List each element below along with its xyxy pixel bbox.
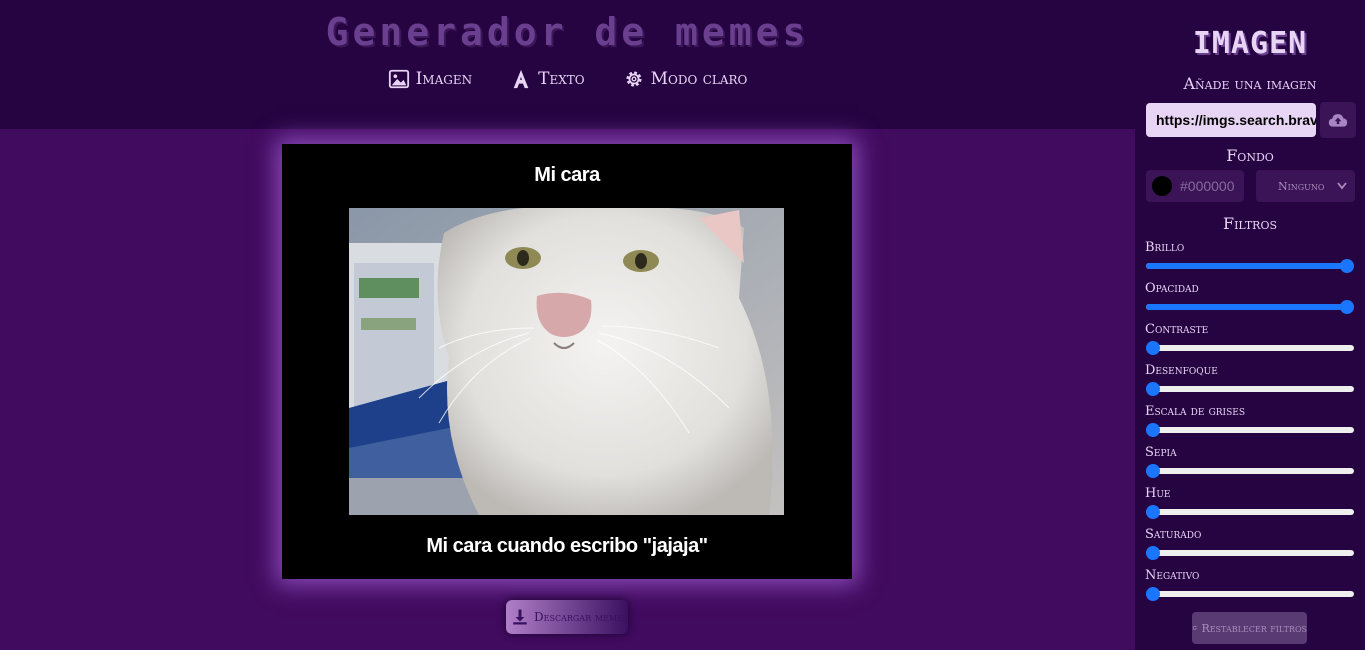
- cat-image: [349, 208, 784, 515]
- filter-slider[interactable]: [1146, 546, 1354, 560]
- image-url-input[interactable]: https://imgs.search.brave: [1146, 103, 1316, 137]
- slider-thumb[interactable]: [1146, 464, 1160, 478]
- reset-filters-button[interactable]: Restablecer filtros: [1192, 612, 1307, 644]
- filter-label: Brillo: [1145, 240, 1185, 255]
- background-label: Fondo: [1226, 146, 1274, 165]
- filter-slider[interactable]: [1146, 341, 1354, 355]
- meme-image: [349, 208, 784, 515]
- download-icon: [513, 609, 527, 625]
- nav-item-modo-claro[interactable]: Modo claro: [623, 68, 748, 90]
- filter-slider[interactable]: [1146, 587, 1354, 601]
- text-icon: [513, 69, 529, 89]
- filter-slider[interactable]: [1146, 300, 1354, 314]
- nav-item-label: Texto: [538, 69, 585, 89]
- slider-track: [1146, 468, 1354, 474]
- slider-thumb[interactable]: [1146, 587, 1160, 601]
- slider-fill: [1146, 304, 1354, 310]
- slider-thumb[interactable]: [1146, 341, 1160, 355]
- slider-fill: [1146, 263, 1354, 269]
- download-button[interactable]: Descargar meme: [506, 600, 628, 634]
- background-color-picker[interactable]: #000000: [1146, 170, 1244, 202]
- slider-track: [1146, 550, 1354, 556]
- chevron-down-icon: [1337, 182, 1347, 190]
- filter-label: Contraste: [1145, 322, 1209, 337]
- gear-icon: [626, 71, 642, 87]
- cloud-upload-icon: [1328, 114, 1348, 127]
- slider-thumb[interactable]: [1146, 546, 1160, 560]
- nav-item-imagen[interactable]: Imagen: [388, 68, 473, 90]
- filter-slider[interactable]: [1146, 505, 1354, 519]
- slider-track: [1146, 386, 1354, 392]
- filter-slider[interactable]: [1146, 382, 1354, 396]
- filter-slider[interactable]: [1146, 259, 1354, 273]
- slider-track: [1146, 345, 1354, 351]
- filter-label: Hue: [1145, 486, 1171, 501]
- reset-label: Restablecer filtros: [1201, 621, 1307, 635]
- download-label: Descargar meme: [534, 610, 623, 624]
- blend-mode-select[interactable]: Ninguno: [1256, 170, 1355, 202]
- nav-item-texto[interactable]: Texto: [510, 68, 585, 90]
- nav-item-label: Modo claro: [650, 69, 748, 89]
- nav-item-label: Imagen: [415, 69, 473, 89]
- panel-title: IMAGEN: [1192, 26, 1308, 61]
- app-title: Generador de memes: [325, 10, 810, 54]
- image-icon: [388, 69, 409, 89]
- filter-label: Sepia: [1145, 445, 1177, 460]
- meme-bottom-text: Mi cara cuando escribo "jajaja": [426, 535, 708, 557]
- image-panel: IMAGEN Añade una imagen https://imgs.sea…: [1135, 0, 1365, 650]
- filter-label: Opacidad: [1145, 281, 1199, 296]
- slider-track: [1146, 591, 1354, 597]
- filter-label: Negativo: [1145, 568, 1200, 583]
- slider-thumb[interactable]: [1340, 300, 1354, 314]
- filters-label: Filtros: [1222, 214, 1278, 233]
- blend-mode-value: Ninguno: [1278, 179, 1325, 193]
- color-swatch: [1152, 176, 1172, 196]
- header: Generador de memes Imagen Texto Modo cla…: [0, 0, 1135, 129]
- filter-label: Saturado: [1145, 527, 1202, 542]
- color-hex-value: #000000: [1180, 178, 1235, 194]
- slider-thumb[interactable]: [1146, 423, 1160, 437]
- filter-slider[interactable]: [1146, 464, 1354, 478]
- slider-thumb[interactable]: [1146, 505, 1160, 519]
- slider-track: [1146, 509, 1354, 515]
- slider-track: [1146, 427, 1354, 433]
- main-nav: Imagen Texto Modo claro: [0, 68, 1135, 90]
- slider-thumb[interactable]: [1146, 382, 1160, 396]
- filter-label: Desenfoque: [1145, 363, 1218, 378]
- upload-button[interactable]: [1320, 102, 1356, 138]
- meme-canvas: Mi cara Mi cara cuando escribo "jajaja": [282, 144, 852, 579]
- meme-top-text: Mi cara: [534, 164, 600, 186]
- filter-label: Escala de grises: [1145, 404, 1245, 419]
- filter-slider[interactable]: [1146, 423, 1354, 437]
- refresh-icon: [1192, 625, 1197, 630]
- add-image-label: Añade una imagen: [1183, 74, 1317, 93]
- slider-thumb[interactable]: [1340, 259, 1354, 273]
